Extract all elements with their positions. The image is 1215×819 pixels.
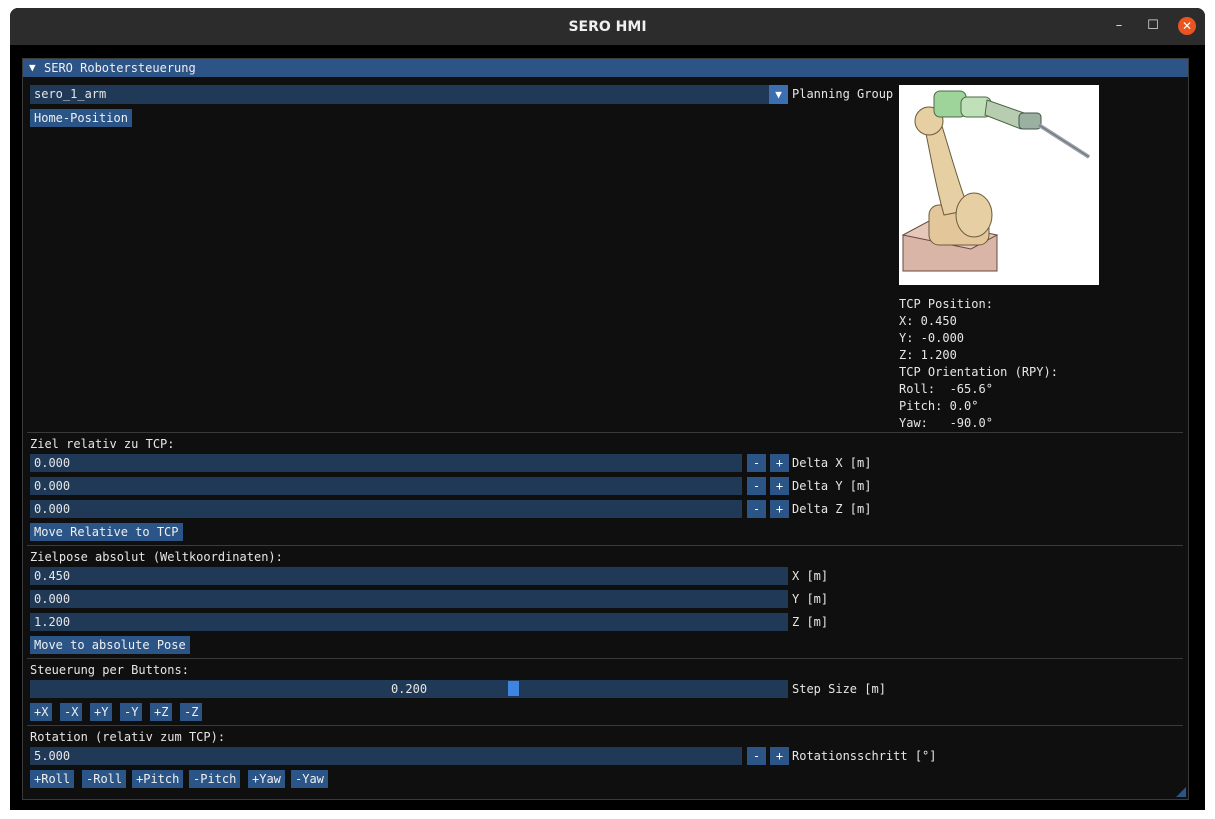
delta-y-plus-button[interactable]: +	[770, 477, 789, 495]
tcp-position-title: TCP Position:	[899, 297, 993, 311]
rotation-step-value: 5.000	[34, 749, 71, 763]
delta-x-value: 0.000	[34, 456, 71, 470]
abs-z-label: Z [m]	[792, 615, 829, 629]
delta-y-label: Delta Y [m]	[792, 479, 872, 493]
resize-grip-icon[interactable]	[1176, 787, 1186, 797]
tcp-yaw: Yaw: -90.0°	[899, 416, 993, 430]
delta-y-value: 0.000	[34, 479, 71, 493]
tcp-z: Z: 1.200	[899, 348, 957, 362]
abs-y-label: Y [m]	[792, 592, 829, 606]
panel-title: SERO Robotersteuerung	[44, 61, 196, 75]
move-relative-button[interactable]: Move Relative to TCP	[30, 523, 183, 541]
abs-x-value: 0.450	[34, 569, 71, 583]
abs-x-label: X [m]	[792, 569, 829, 583]
app-window: SERO HMI – ☐ ✕ ▼ SERO Robotersteuerung s…	[10, 8, 1205, 810]
step-size-value: 0.200	[390, 682, 428, 696]
delta-x-label: Delta X [m]	[792, 456, 872, 470]
plus-y-button[interactable]: +Y	[90, 703, 113, 721]
window-title: SERO HMI	[568, 19, 647, 35]
panel-header[interactable]: ▼ SERO Robotersteuerung	[23, 59, 1188, 77]
separator	[27, 658, 1183, 659]
button-control-title: Steuerung per Buttons:	[30, 663, 189, 677]
step-size-label: Step Size [m]	[792, 682, 886, 696]
abs-x-input[interactable]: 0.450	[30, 567, 788, 585]
minus-roll-button[interactable]: -Roll	[82, 770, 127, 788]
delta-x-plus-button[interactable]: +	[770, 454, 789, 472]
planning-group-select[interactable]: sero_1_arm ▼	[30, 85, 788, 104]
maximize-icon[interactable]: ☐	[1144, 17, 1162, 35]
collapse-arrow-icon[interactable]: ▼	[29, 61, 36, 74]
home-position-button[interactable]: Home-Position	[30, 109, 132, 127]
tcp-roll: Roll: -65.6°	[899, 382, 993, 396]
delta-z-input[interactable]: 0.000	[30, 500, 742, 518]
separator	[27, 725, 1183, 726]
rotation-step-label: Rotationsschritt [°]	[792, 749, 937, 763]
delta-y-minus-button[interactable]: -	[747, 477, 766, 495]
delta-z-value: 0.000	[34, 502, 71, 516]
plus-pitch-button[interactable]: +Pitch	[132, 770, 184, 788]
separator	[27, 545, 1183, 546]
delta-z-minus-button[interactable]: -	[747, 500, 766, 518]
planning-group-label: Planning Group	[792, 87, 894, 101]
planning-group-value: sero_1_arm	[34, 87, 107, 101]
relative-section-title: Ziel relativ zu TCP:	[30, 437, 175, 451]
robot-arm-image	[899, 85, 1099, 285]
plus-z-button[interactable]: +Z	[150, 703, 173, 721]
tcp-pitch: Pitch: 0.0°	[899, 399, 979, 413]
minus-y-button[interactable]: -Y	[120, 703, 143, 721]
abs-y-value: 0.000	[34, 592, 71, 606]
close-icon[interactable]: ✕	[1178, 17, 1196, 35]
abs-z-input[interactable]: 1.200	[30, 613, 788, 631]
plus-roll-button[interactable]: +Roll	[30, 770, 75, 788]
absolute-section-title: Zielpose absolut (Weltkoordinaten):	[30, 550, 283, 564]
move-absolute-button[interactable]: Move to absolute Pose	[30, 636, 190, 654]
delta-x-minus-button[interactable]: -	[747, 454, 766, 472]
abs-y-input[interactable]: 0.000	[30, 590, 788, 608]
rotation-minus-button[interactable]: -	[747, 747, 766, 765]
abs-z-value: 1.200	[34, 615, 71, 629]
step-size-slider[interactable]: 0.200	[30, 680, 788, 698]
rotation-step-input[interactable]: 5.000	[30, 747, 742, 765]
minus-yaw-button[interactable]: -Yaw	[291, 770, 328, 788]
tcp-orientation-title: TCP Orientation (RPY):	[899, 365, 1058, 379]
rotation-plus-button[interactable]: +	[770, 747, 789, 765]
minus-x-button[interactable]: -X	[60, 703, 83, 721]
minus-z-button[interactable]: -Z	[180, 703, 203, 721]
delta-y-input[interactable]: 0.000	[30, 477, 742, 495]
title-bar: SERO HMI – ☐ ✕	[10, 8, 1205, 45]
delta-z-label: Delta Z [m]	[792, 502, 872, 516]
minus-pitch-button[interactable]: -Pitch	[189, 770, 241, 788]
delta-z-plus-button[interactable]: +	[770, 500, 789, 518]
robot-control-panel: ▼ SERO Robotersteuerung sero_1_arm ▼ Pla…	[22, 58, 1189, 800]
delta-x-input[interactable]: 0.000	[30, 454, 742, 472]
slider-handle[interactable]	[508, 681, 520, 696]
tcp-y: Y: -0.000	[899, 331, 965, 345]
separator	[27, 432, 1183, 433]
plus-yaw-button[interactable]: +Yaw	[248, 770, 285, 788]
tcp-x: X: 0.450	[899, 314, 957, 328]
minimize-icon[interactable]: –	[1110, 17, 1128, 35]
chevron-down-icon[interactable]: ▼	[769, 85, 788, 104]
plus-x-button[interactable]: +X	[30, 703, 53, 721]
rotation-section-title: Rotation (relativ zum TCP):	[30, 730, 226, 744]
